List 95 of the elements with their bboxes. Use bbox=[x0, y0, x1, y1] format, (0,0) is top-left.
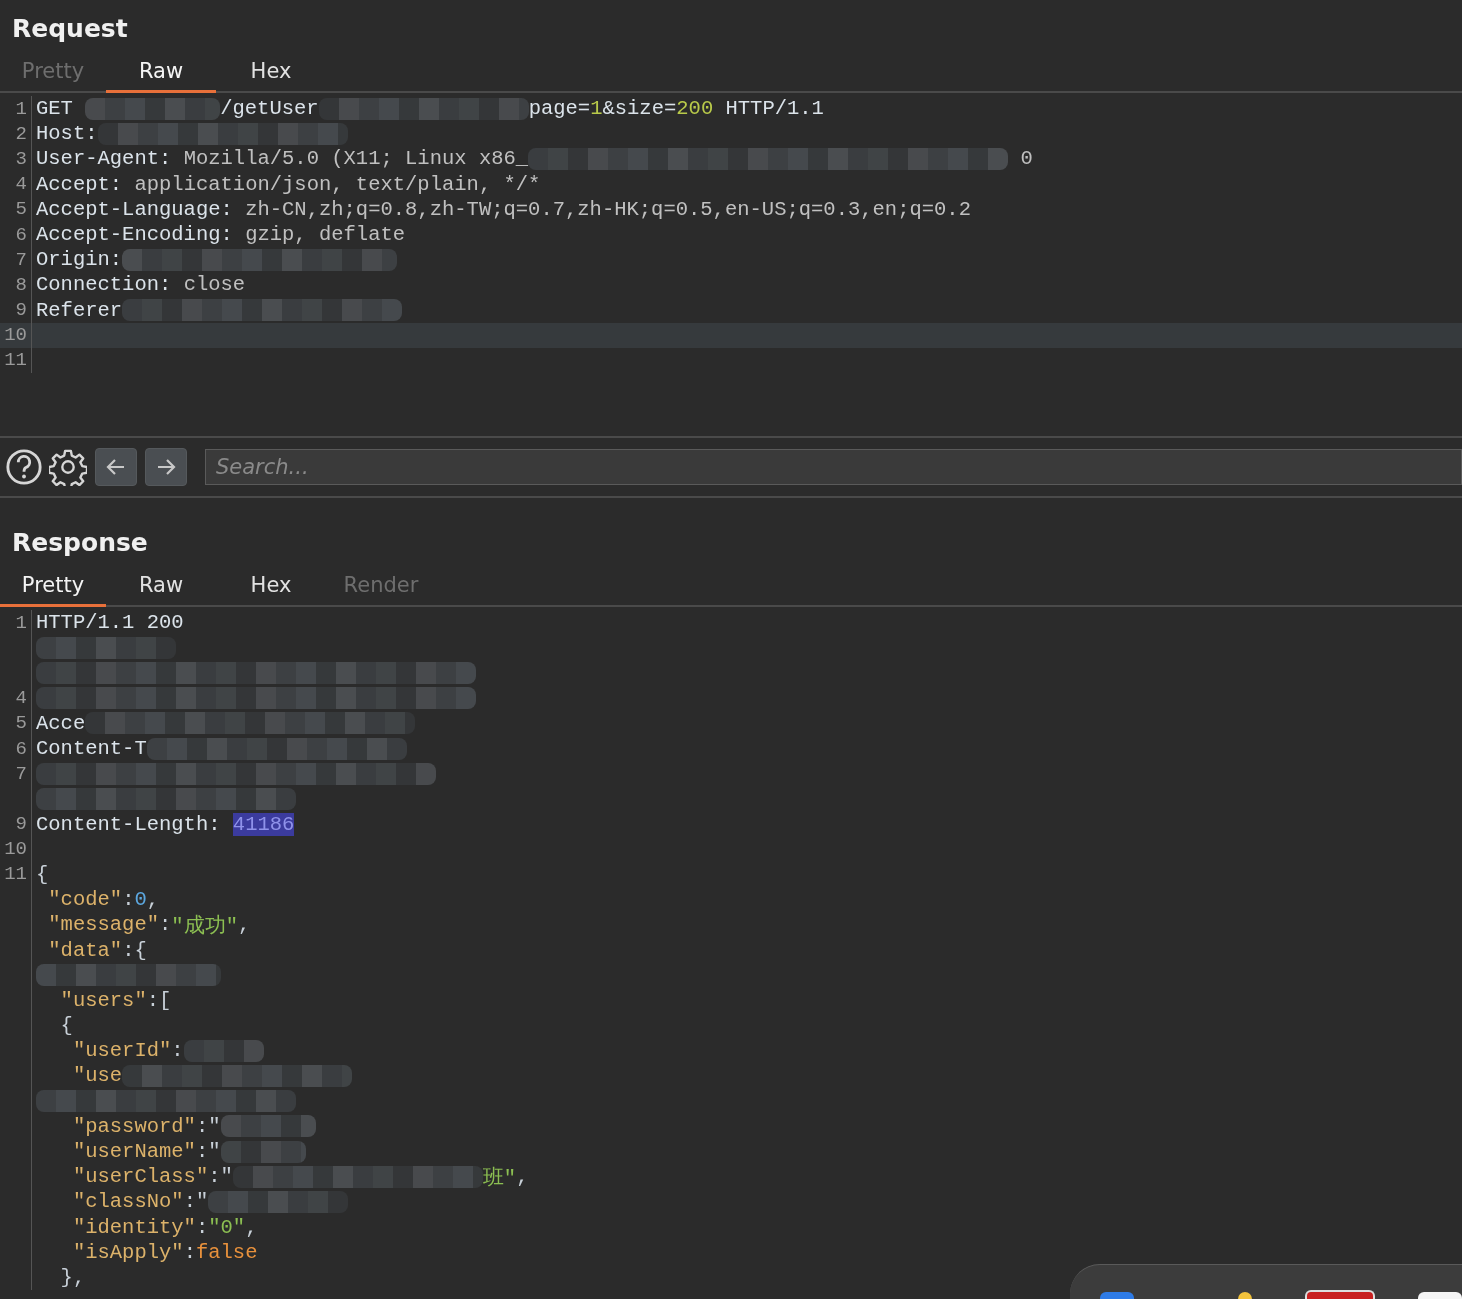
code-text: "classNo" bbox=[71, 1190, 184, 1214]
code-text: "userId" bbox=[71, 1039, 172, 1063]
forward-button[interactable] bbox=[145, 448, 187, 486]
line-number: 5 bbox=[15, 198, 27, 221]
line-number: 4 bbox=[15, 173, 27, 196]
code-text: 200 bbox=[676, 97, 714, 121]
line-number: 7 bbox=[15, 248, 27, 271]
code-text: 0 bbox=[1019, 147, 1033, 171]
app-icon[interactable] bbox=[1305, 1290, 1375, 1299]
code-text: Mozilla/5.0 (X11; Linux x86_ bbox=[182, 147, 529, 171]
code-text: Connection: bbox=[36, 273, 172, 297]
code-text: Content-Length: bbox=[36, 812, 222, 836]
code-text: page= bbox=[528, 97, 591, 121]
code-text: /getUser bbox=[220, 97, 319, 121]
code-text: gzip, deflate bbox=[244, 223, 406, 247]
code-text: }, bbox=[59, 1265, 86, 1289]
code-text: "message" bbox=[47, 913, 160, 937]
line-number: 9 bbox=[15, 813, 27, 836]
code-text: :[ bbox=[146, 988, 172, 1012]
code-text: application/json, text/plain, */* bbox=[133, 172, 541, 196]
panel-title: Request bbox=[11, 13, 129, 45]
code-text: 1 bbox=[590, 97, 603, 121]
line-number: 10 bbox=[4, 838, 27, 861]
search-field[interactable]: Search... bbox=[205, 449, 1462, 485]
code-text: Content-T bbox=[36, 737, 147, 761]
tab[interactable]: Hex bbox=[216, 565, 326, 607]
code-text: : bbox=[183, 1240, 196, 1264]
code-text: "data" bbox=[47, 938, 123, 962]
line-number: 5 bbox=[15, 712, 27, 735]
code-text: Origin: bbox=[36, 248, 123, 272]
code-text: : bbox=[171, 1039, 184, 1063]
code-text: "password" bbox=[71, 1114, 196, 1138]
code-text: false bbox=[195, 1240, 258, 1264]
code-text: Host: bbox=[36, 122, 98, 146]
line-number: 10 bbox=[4, 324, 27, 347]
code-text: 班" bbox=[482, 1165, 517, 1191]
line-number: 11 bbox=[4, 349, 27, 372]
code-text: "identity" bbox=[71, 1215, 196, 1239]
code-text: , bbox=[237, 913, 251, 937]
code-text: "userName" bbox=[71, 1140, 196, 1164]
line-number: 1 bbox=[15, 97, 27, 120]
code-text: zh-CN,zh;q=0.8,zh-TW;q=0.7,zh-HK;q=0.5,en-US;q=0.3,en;q=0.2 bbox=[244, 197, 971, 221]
code-text: HTTP/1.1 bbox=[724, 97, 824, 121]
line-number: 6 bbox=[15, 223, 27, 246]
code-text: "isApply" bbox=[71, 1240, 184, 1264]
code-text: 0 bbox=[134, 888, 147, 912]
tab[interactable]: Hex bbox=[216, 51, 326, 93]
code-text: { bbox=[59, 1014, 73, 1038]
code-text: { bbox=[36, 862, 49, 886]
code-text: , bbox=[516, 1165, 529, 1189]
code-text: User-Agent: bbox=[36, 147, 172, 171]
app-icon[interactable] bbox=[1238, 1292, 1252, 1299]
tab[interactable]: Raw bbox=[106, 565, 216, 607]
line-number: 6 bbox=[15, 737, 27, 760]
code-text: "成功" bbox=[171, 913, 238, 939]
code-text: , bbox=[146, 888, 160, 912]
code-text: HTTP/1.1 200 bbox=[36, 611, 184, 635]
line-number: 3 bbox=[15, 147, 27, 170]
code-text: "use bbox=[71, 1064, 123, 1088]
code-text: GET bbox=[36, 97, 74, 121]
line-number: 4 bbox=[15, 687, 27, 710]
line-number: 9 bbox=[15, 299, 27, 322]
code-text: Referer bbox=[36, 298, 123, 322]
line-number: 2 bbox=[15, 122, 27, 145]
code-text: Accept-Language: bbox=[36, 197, 233, 221]
tab[interactable]: Pretty bbox=[0, 565, 106, 607]
code-text: , bbox=[245, 1215, 258, 1239]
code-text: :{ bbox=[122, 938, 147, 962]
tab[interactable]: Raw bbox=[106, 51, 216, 93]
line-number: 7 bbox=[15, 762, 27, 785]
code-text: :" bbox=[195, 1140, 221, 1164]
code-text: : bbox=[195, 1215, 209, 1239]
settings-icon[interactable] bbox=[49, 448, 87, 486]
code-text: : bbox=[122, 888, 135, 912]
code-text: 41186 bbox=[232, 812, 295, 836]
panel-title: Response bbox=[11, 527, 149, 559]
code-text: "code" bbox=[47, 888, 123, 912]
help-icon[interactable] bbox=[5, 448, 43, 486]
code-text: :" bbox=[183, 1190, 209, 1214]
code-text: "users" bbox=[59, 988, 147, 1012]
back-button[interactable] bbox=[95, 448, 137, 486]
code-text: "0" bbox=[208, 1215, 246, 1239]
code-text: Acce bbox=[36, 711, 86, 735]
line-number: 8 bbox=[15, 273, 27, 296]
code-text: "userClass" bbox=[71, 1165, 209, 1189]
code-text: close bbox=[182, 273, 246, 297]
code-text: : bbox=[159, 913, 172, 937]
code-text: Accept-Encoding: bbox=[36, 223, 233, 247]
code-text: :" bbox=[208, 1165, 233, 1189]
line-number: 11 bbox=[4, 863, 27, 886]
code-text: Accept: bbox=[36, 172, 123, 196]
app-icon[interactable] bbox=[1418, 1292, 1462, 1299]
code-text: &size= bbox=[602, 97, 677, 121]
line-number: 1 bbox=[15, 611, 27, 634]
code-text: :" bbox=[195, 1114, 221, 1138]
